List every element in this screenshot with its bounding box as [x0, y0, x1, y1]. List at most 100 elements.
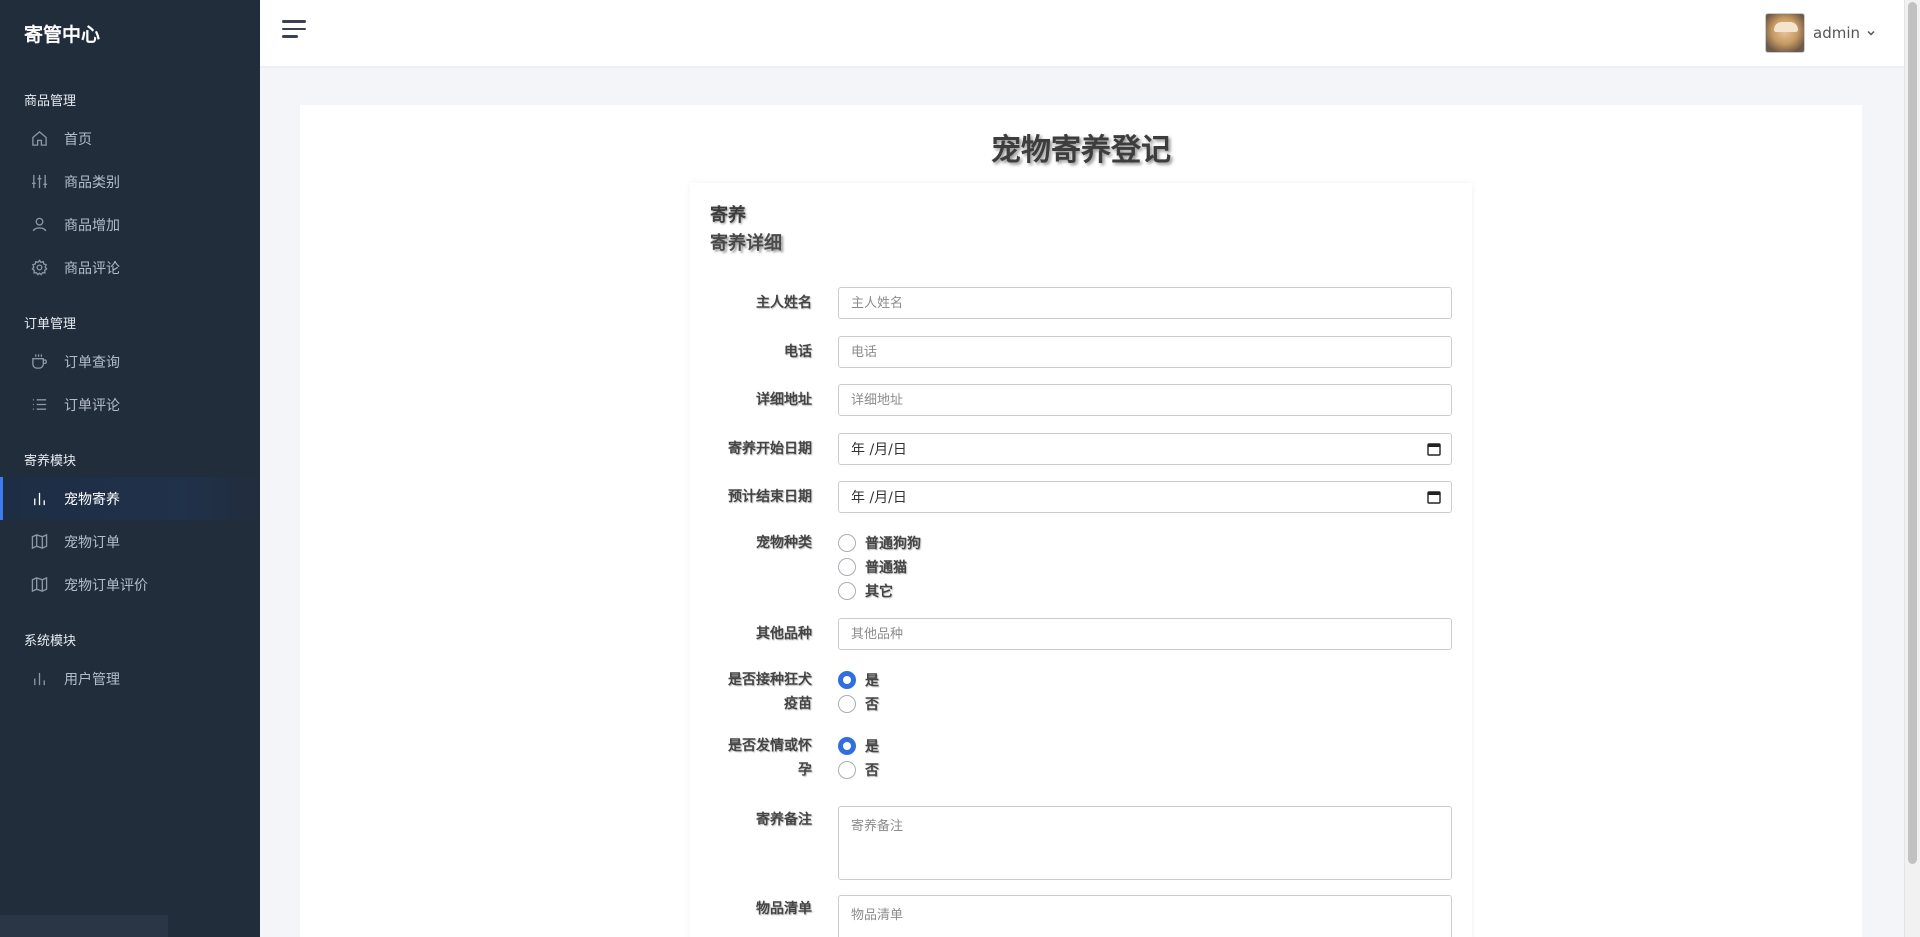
radio-label: 否 — [865, 763, 879, 779]
heat-option-yes[interactable]: 是 — [838, 734, 879, 758]
notes-textarea[interactable] — [838, 806, 1452, 880]
map-icon — [30, 533, 48, 551]
other-breed-input[interactable] — [838, 618, 1452, 650]
sidebar-item-home[interactable]: 首页 — [0, 117, 260, 160]
sidebar-item-label: 宠物订单评价 — [64, 577, 148, 594]
nav-group-title: 商品管理 — [24, 94, 77, 109]
rabies-label-line1: 是否接种狂犬 — [728, 672, 812, 688]
sidebar-item-label: 用户管理 — [64, 671, 120, 688]
sidebar-item-label: 宠物订单 — [64, 534, 120, 551]
section-title: 寄养 — [710, 205, 746, 226]
other-breed-label: 其他品种 — [756, 626, 812, 642]
map-icon — [30, 576, 48, 594]
cup-icon — [30, 353, 48, 371]
radio-button[interactable] — [838, 737, 856, 755]
radio-label: 否 — [865, 697, 879, 713]
address-label: 详细地址 — [756, 392, 812, 408]
start-date-input[interactable]: 年 /月/日 — [838, 433, 1452, 465]
radio-button[interactable] — [838, 671, 856, 689]
sidebar-item-pet-order-review[interactable]: 宠物订单评价 — [0, 563, 260, 606]
sidebar-item-pet-orders[interactable]: 宠物订单 — [0, 520, 260, 563]
brand-title: 寄管中心 — [24, 23, 101, 46]
sidebar-item-label: 商品增加 — [64, 217, 120, 234]
list-icon — [30, 396, 48, 414]
page-title: 宠物寄养登记 — [991, 133, 1171, 168]
start-date-label: 寄养开始日期 — [728, 441, 812, 457]
radio-button[interactable] — [838, 558, 856, 576]
nav-group-title: 寄养模块 — [24, 454, 77, 469]
bar-chart-icon — [30, 490, 48, 508]
user-menu[interactable]: admin — [1765, 13, 1876, 53]
sidebar-item-category[interactable]: 商品类别 — [0, 160, 260, 203]
heat-radio-group: 是 否 — [838, 734, 879, 782]
sliders-icon — [30, 173, 48, 191]
rabies-label: 是否接种狂犬 疫苗 — [702, 668, 812, 716]
radio-label: 是 — [865, 673, 879, 689]
radio-label: 普通狗狗 — [865, 536, 921, 552]
radio-button[interactable] — [838, 534, 856, 552]
gear-icon — [30, 259, 48, 277]
phone-label: 电话 — [784, 344, 812, 360]
user-name: admin — [1813, 24, 1860, 42]
address-input[interactable] — [838, 384, 1452, 416]
radio-button[interactable] — [838, 582, 856, 600]
sidebar-item-user-management[interactable]: 用户管理 — [0, 657, 260, 700]
sidebar-item-goods-review[interactable]: 商品评论 — [0, 246, 260, 289]
end-date-input[interactable]: 年 /月/日 — [838, 481, 1452, 513]
main-card: 宠物寄养登记 寄养 寄养详细 主人姓名 电话 详细地址 寄养开始日期 年 /月/… — [300, 105, 1862, 937]
sidebar-item-add-goods[interactable]: 商品增加 — [0, 203, 260, 246]
sidebar-item-pet-boarding[interactable]: 宠物寄养 — [0, 477, 260, 520]
sidebar-item-label: 宠物寄养 — [64, 491, 120, 508]
phone-input[interactable] — [838, 336, 1452, 368]
owner-name-input[interactable] — [838, 287, 1452, 319]
section-subtitle: 寄养详细 — [710, 233, 782, 254]
calendar-icon[interactable] — [1427, 490, 1441, 504]
sidebar-item-label: 商品类别 — [64, 174, 120, 191]
pet-type-option-cat[interactable]: 普通猫 — [838, 555, 921, 579]
avatar — [1765, 13, 1805, 53]
date-placeholder: 年 /月/日 — [851, 490, 907, 506]
nav-group-orders: 订单管理 订单查询 订单评论 — [0, 289, 260, 426]
radio-button[interactable] — [838, 695, 856, 713]
end-date-label: 预计结束日期 — [728, 489, 812, 505]
sidebar: 寄管中心 商品管理 首页 商品类别 商品增加 商品评论 订单管理 订单查询 订单… — [0, 0, 260, 937]
rabies-label-line2: 疫苗 — [784, 696, 812, 712]
items-list-label: 物品清单 — [756, 901, 812, 917]
sidebar-item-order-query[interactable]: 订单查询 — [0, 340, 260, 383]
heat-label-line1: 是否发情或怀 — [728, 738, 812, 754]
heat-option-no[interactable]: 否 — [838, 758, 879, 782]
calendar-icon[interactable] — [1427, 442, 1441, 456]
scrollbar-thumb[interactable] — [1908, 2, 1917, 864]
pet-type-radio-group: 普通狗狗 普通猫 其它 — [838, 531, 921, 603]
sidebar-item-label: 商品评论 — [64, 260, 120, 277]
rabies-option-no[interactable]: 否 — [838, 692, 879, 716]
boarding-form: 寄养 寄养详细 主人姓名 电话 详细地址 寄养开始日期 年 /月/日 预计结束 — [690, 183, 1472, 937]
rabies-option-yes[interactable]: 是 — [838, 668, 879, 692]
menu-toggle-icon[interactable] — [282, 20, 308, 46]
notes-label: 寄养备注 — [756, 812, 812, 828]
radio-label: 普通猫 — [865, 560, 907, 576]
radio-button[interactable] — [838, 761, 856, 779]
pet-type-option-other[interactable]: 其它 — [838, 579, 921, 603]
items-list-textarea[interactable] — [838, 895, 1452, 937]
date-placeholder: 年 /月/日 — [851, 442, 907, 458]
nav-group-system: 系统模块 用户管理 — [0, 606, 260, 700]
user-icon — [30, 216, 48, 234]
sidebar-item-order-review[interactable]: 订单评论 — [0, 383, 260, 426]
radio-label: 是 — [865, 739, 879, 755]
nav-group-title: 系统模块 — [24, 634, 77, 649]
page-scrollbar[interactable] — [1904, 0, 1920, 937]
heat-label-line2: 孕 — [798, 762, 812, 778]
radio-label: 其它 — [865, 584, 893, 600]
owner-name-label: 主人姓名 — [756, 295, 812, 311]
sidebar-item-label: 首页 — [64, 131, 92, 148]
sidebar-footer-strip — [0, 915, 168, 937]
nav-group-goods: 商品管理 首页 商品类别 商品增加 商品评论 — [0, 66, 260, 289]
rabies-radio-group: 是 否 — [838, 668, 879, 716]
sidebar-item-label: 订单评论 — [64, 397, 120, 414]
bar-chart-icon — [30, 670, 48, 688]
sidebar-item-label: 订单查询 — [64, 354, 120, 371]
pet-type-option-dog[interactable]: 普通狗狗 — [838, 531, 921, 555]
home-icon — [30, 130, 48, 148]
top-header: admin — [260, 0, 1904, 66]
